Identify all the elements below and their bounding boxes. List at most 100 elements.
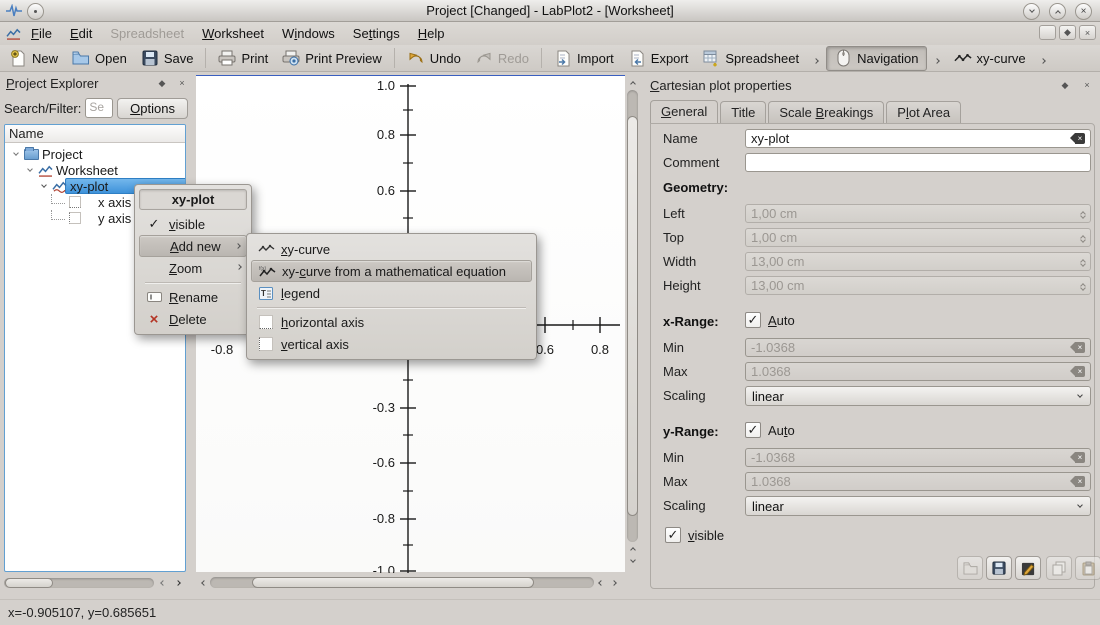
delete-icon: × (145, 311, 163, 328)
scroll-down-arrow[interactable] (626, 555, 639, 568)
tree-item-project[interactable]: Project (5, 146, 185, 162)
tab-general[interactable]: General (650, 100, 718, 124)
properties-tabs: General Title Scale Breakings Plot Area (650, 99, 961, 123)
navigation-button[interactable]: Navigation (826, 46, 926, 71)
new-button[interactable]: New (2, 46, 65, 71)
menu-item-visible[interactable]: ✓ visible (139, 213, 247, 235)
scroll-left-arrow[interactable] (594, 576, 607, 589)
expander-icon[interactable] (11, 154, 21, 155)
spreadsheet-button[interactable]: Spreadsheet (695, 46, 806, 71)
worksheet-hscrollbar[interactable] (197, 575, 640, 590)
tab-title[interactable]: Title (720, 101, 766, 123)
menu-file[interactable]: File (22, 23, 61, 44)
scroll-left-arrow[interactable] (156, 577, 169, 590)
menu-edit[interactable]: Edit (61, 23, 101, 44)
xy-curve-icon (954, 49, 972, 67)
toolbar-overflow-chevron[interactable] (1041, 51, 1045, 66)
y-scaling-label: Scaling (663, 498, 706, 513)
print-button[interactable]: Print (211, 46, 275, 71)
x-tick-label: -0.8 (211, 342, 233, 357)
options-button[interactable]: Options (117, 98, 188, 119)
scroll-up-arrow[interactable] (626, 76, 639, 89)
scrollbar-track[interactable] (210, 577, 594, 588)
scrollbar-track[interactable] (627, 90, 638, 542)
dock-close-button[interactable]: × (174, 76, 190, 90)
y-tick-label: -0.3 (373, 400, 395, 415)
menu-item-zoom[interactable]: Zoom (139, 257, 247, 279)
scroll-up-arrow[interactable] (626, 542, 639, 555)
worksheet-window-icon[interactable] (4, 25, 22, 43)
name-input[interactable]: xy-plot × (745, 129, 1091, 148)
open-button[interactable]: Open (65, 46, 134, 71)
export-button[interactable]: Export (621, 46, 696, 71)
visible-row: ✓ visible (665, 527, 724, 543)
menu-worksheet[interactable]: Worksheet (193, 23, 273, 44)
mdi-minimize-button[interactable] (1039, 25, 1056, 40)
spin-arrows-icon (1081, 209, 1085, 218)
menu-item-rename[interactable]: Rename (139, 286, 247, 308)
dock-float-button[interactable]: ◆ (154, 76, 170, 90)
submenu-item-xy-curve[interactable]: xy-curve (251, 238, 532, 260)
menu-item-add-new[interactable]: Add new (139, 235, 247, 257)
y-auto-checkbox[interactable]: ✓ (745, 422, 761, 438)
save-template-button[interactable] (986, 556, 1012, 580)
x-tick-label: 0.6 (536, 342, 554, 357)
undo-button[interactable]: Undo (400, 46, 468, 71)
menu-help[interactable]: Help (409, 23, 454, 44)
vertical-axis-icon (257, 337, 275, 351)
tab-scale-breakings[interactable]: Scale Breakings (768, 101, 884, 123)
import-button[interactable]: Import (547, 46, 621, 71)
menu-item-delete[interactable]: × Delete (139, 308, 247, 330)
toolbar-separator (541, 48, 542, 68)
xy-curve-button[interactable]: xy-curve (947, 46, 1033, 71)
scroll-right-arrow[interactable] (171, 577, 184, 590)
submenu-item-vertical-axis[interactable]: vertical axis (251, 333, 532, 355)
expander-icon[interactable] (25, 170, 35, 171)
toolbar-overflow-chevron[interactable] (814, 51, 818, 66)
spin-arrows-icon (1081, 257, 1085, 266)
minimize-button[interactable] (1023, 3, 1040, 20)
dock-float-button[interactable]: ◆ (1057, 78, 1073, 92)
close-button[interactable]: × (1075, 3, 1092, 20)
tree-item-worksheet[interactable]: Worksheet (5, 162, 185, 178)
print-preview-button[interactable]: Print Preview (275, 46, 389, 71)
scrollbar-thumb[interactable] (627, 116, 638, 516)
submenu-item-horizontal-axis[interactable]: horizontal axis (251, 311, 532, 333)
toolbar-overflow-chevron[interactable] (935, 51, 939, 66)
edit-button[interactable] (1015, 556, 1041, 580)
plot-properties-dock: Cartesian plot properties ◆ × General Ti… (645, 72, 1100, 597)
general-tab-pane: Name xy-plot × Comment Geometry: Left 1,… (650, 123, 1095, 589)
save-button[interactable]: Save (134, 46, 201, 71)
scroll-left-arrow[interactable] (197, 576, 210, 589)
maximize-button[interactable] (1049, 3, 1066, 20)
legend-icon: T (257, 287, 275, 300)
comment-input[interactable] (745, 153, 1091, 172)
y-tick-label: -0.6 (373, 455, 395, 470)
worksheet-vscrollbar[interactable] (626, 76, 639, 572)
search-input[interactable]: Se (85, 98, 113, 118)
toolbar-separator (394, 48, 395, 68)
x-scaling-combobox[interactable]: linear (745, 386, 1091, 406)
expander-icon[interactable] (39, 186, 49, 187)
visible-checkbox[interactable]: ✓ (665, 527, 681, 543)
tab-plot-area[interactable]: Plot Area (886, 101, 961, 123)
scrollbar-track[interactable] (4, 578, 154, 588)
y-scaling-combobox[interactable]: linear (745, 496, 1091, 516)
x-tick-label: 0.8 (591, 342, 609, 357)
scroll-right-arrow[interactable] (607, 576, 620, 589)
scrollbar-thumb[interactable] (252, 577, 534, 588)
clear-icon[interactable]: × (1070, 133, 1085, 144)
x-auto-checkbox[interactable]: ✓ (745, 312, 761, 328)
project-explorer-hscrollbar[interactable] (4, 576, 188, 590)
mdi-restore-button[interactable]: ◆ (1059, 25, 1076, 40)
dock-close-button[interactable]: × (1079, 78, 1095, 92)
submenu-item-legend[interactable]: T legend (251, 282, 532, 304)
tree-column-header[interactable]: Name (5, 125, 185, 143)
mdi-close-button[interactable]: × (1079, 25, 1096, 40)
save-icon (141, 49, 159, 67)
submenu-item-xy-curve-equation[interactable]: f(x) xy-curve from a mathematical equati… (251, 260, 532, 282)
menu-settings[interactable]: Settings (344, 23, 409, 44)
visible-label: visible (688, 528, 724, 543)
scrollbar-thumb[interactable] (5, 578, 53, 588)
menu-windows[interactable]: Windows (273, 23, 344, 44)
